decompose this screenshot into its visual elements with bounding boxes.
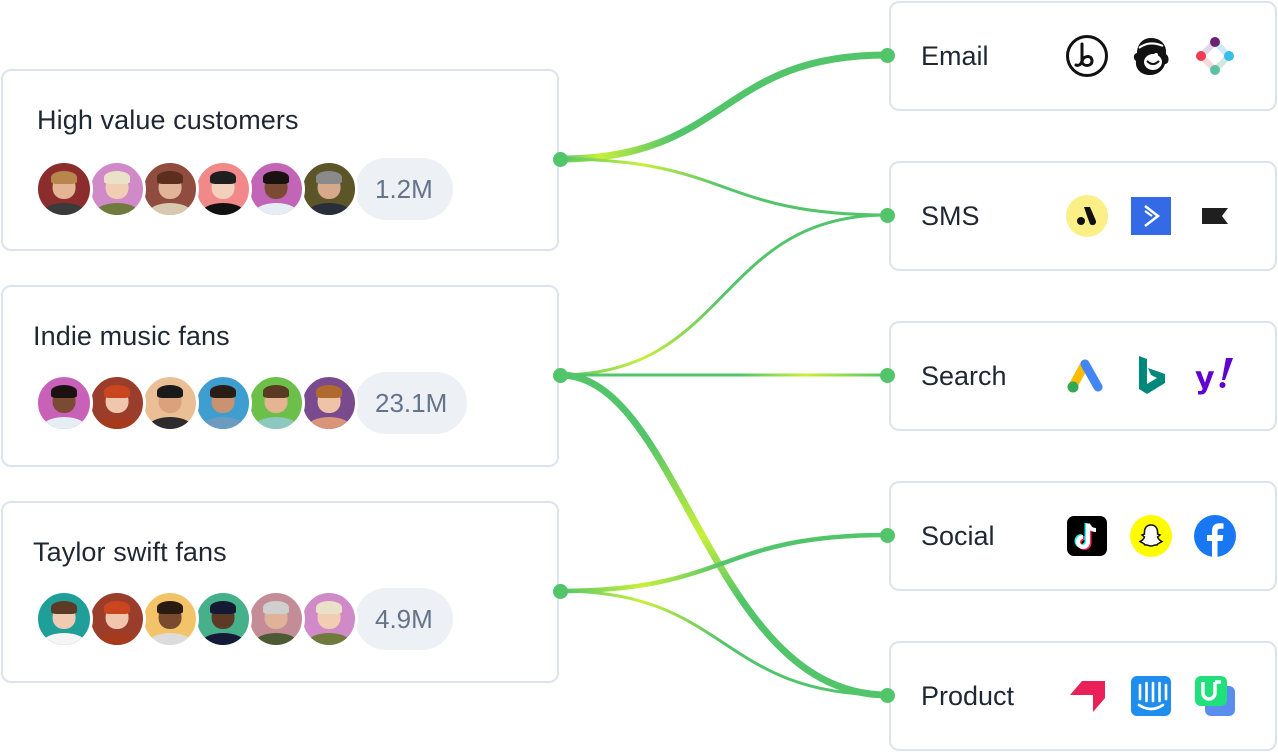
flow-high-value-customers-to-email <box>556 51 891 163</box>
channel-connector-dot[interactable] <box>880 368 895 383</box>
channel-label: Product <box>921 681 1015 711</box>
audience-count-badge: 1.2M <box>355 158 453 220</box>
segment-title: Taylor swift fans <box>33 537 227 567</box>
channel-card-social[interactable]: Social <box>889 481 1277 591</box>
channel-card-search[interactable]: Search y <box>889 321 1277 431</box>
iterable-icon <box>1193 34 1237 78</box>
avatar <box>247 374 305 432</box>
audience-count-badge: 4.9M <box>355 588 453 650</box>
avatar <box>141 160 199 218</box>
channel-icons <box>1065 514 1257 558</box>
channel-card-email[interactable]: Email <box>889 1 1277 111</box>
segment-connector-dot[interactable] <box>553 584 568 599</box>
klaviyo-flag-icon <box>1193 194 1237 238</box>
avatar <box>88 374 146 432</box>
facebook-icon <box>1193 514 1237 558</box>
airship-icon <box>1065 674 1109 718</box>
mailchimp-icon <box>1129 34 1173 78</box>
segment-title: High value customers <box>37 105 299 135</box>
yahoo-icon: y <box>1193 354 1237 398</box>
avatar <box>35 374 93 432</box>
avatar <box>194 160 252 218</box>
avatar <box>300 590 358 648</box>
segment-card-indie-music[interactable]: Indie music fans 23.1M <box>1 285 559 467</box>
channel-label: SMS <box>921 201 980 231</box>
channel-label: Search <box>921 361 1007 391</box>
attentive-icon <box>1065 194 1109 238</box>
channel-icons <box>1065 674 1257 718</box>
segment-card-taylor-swift[interactable]: Taylor swift fans 4.9M <box>1 501 559 683</box>
avatar <box>35 590 93 648</box>
audience-count-badge: 23.1M <box>355 372 468 434</box>
channel-icons <box>1065 194 1257 238</box>
google-ads-icon <box>1065 354 1109 398</box>
avatar <box>247 590 305 648</box>
bing-icon <box>1129 354 1173 398</box>
avatar <box>35 160 93 218</box>
channel-connector-dot[interactable] <box>880 688 895 703</box>
avatar-group: 23.1M <box>35 372 468 434</box>
avatar <box>88 590 146 648</box>
flow-indie-music-fans-to-sms <box>558 213 889 377</box>
tiktok-icon <box>1065 514 1109 558</box>
flow-high-value-customers-to-sms <box>558 157 889 217</box>
avatar-group: 4.9M <box>35 588 453 650</box>
channel-label: Email <box>921 41 989 71</box>
avatar <box>141 374 199 432</box>
avatar <box>194 374 252 432</box>
braze-icon <box>1065 34 1109 78</box>
flow-indie-music-fans-to-product <box>556 371 891 699</box>
avatar <box>300 374 358 432</box>
intercom-icon <box>1129 674 1173 718</box>
segment-connector-dot[interactable] <box>553 152 568 167</box>
avatar <box>88 160 146 218</box>
flow-taylor-swift-fans-to-social <box>557 532 890 594</box>
channel-card-sms[interactable]: SMS <box>889 161 1277 271</box>
avatar <box>194 590 252 648</box>
channel-icons: y <box>1065 354 1257 398</box>
snapchat-icon <box>1129 514 1173 558</box>
channel-connector-dot[interactable] <box>880 48 895 63</box>
activecampaign-icon <box>1129 194 1173 238</box>
segment-card-high-value[interactable]: High value customers 1.2M <box>1 69 559 251</box>
flow-taylor-swift-fans-to-product <box>558 589 889 697</box>
channel-label: Social <box>921 521 995 551</box>
avatar <box>247 160 305 218</box>
segment-title: Indie music fans <box>33 321 230 351</box>
userpilot-icon <box>1193 674 1237 718</box>
channel-icons <box>1065 34 1257 78</box>
channel-connector-dot[interactable] <box>880 528 895 543</box>
segment-connector-dot[interactable] <box>553 368 568 383</box>
channel-connector-dot[interactable] <box>880 208 895 223</box>
channel-card-product[interactable]: Product <box>889 641 1277 751</box>
avatar-group: 1.2M <box>35 158 453 220</box>
svg-text:y: y <box>1195 361 1215 396</box>
avatar <box>300 160 358 218</box>
avatar <box>141 590 199 648</box>
